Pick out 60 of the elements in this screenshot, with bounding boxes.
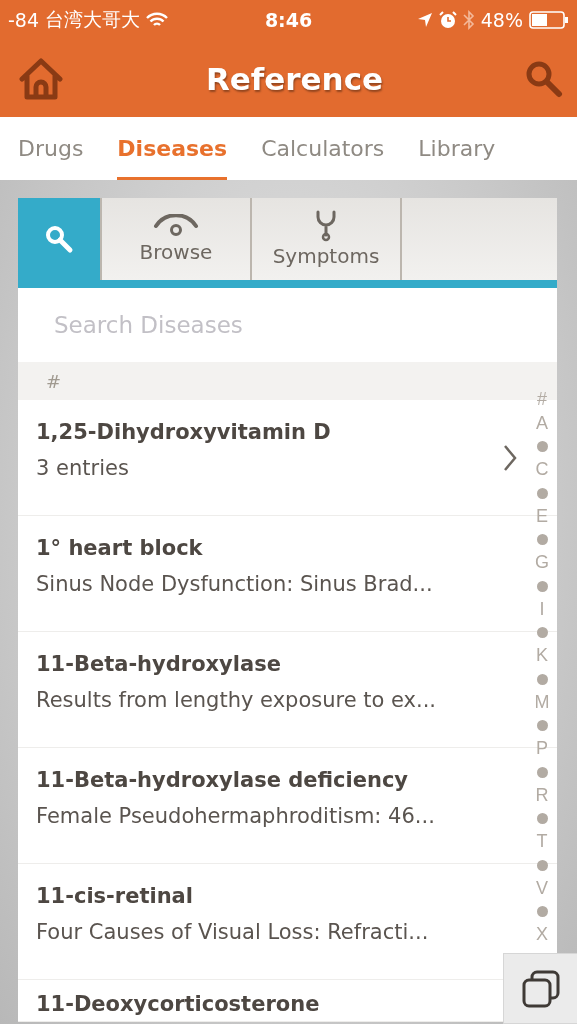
copy-icon <box>520 968 561 1009</box>
search-field[interactable]: Search Diseases <box>54 312 454 338</box>
index-letter[interactable]: G <box>535 551 549 575</box>
disease-name: 11-Deoxycorticosterone <box>36 992 320 1016</box>
index-letter[interactable]: T <box>536 830 548 854</box>
index-dot-icon <box>536 813 548 824</box>
index-letter[interactable]: C <box>535 458 549 482</box>
index-dot-icon <box>536 720 548 731</box>
signal-strength: -84 <box>8 9 40 31</box>
wifi-icon <box>146 12 169 28</box>
battery-icon <box>529 11 569 29</box>
screen-title: Reference <box>205 60 384 97</box>
section-header: # <box>46 370 62 392</box>
category-tab[interactable]: Library <box>418 117 496 180</box>
disease-summary: 3 entries <box>36 456 129 480</box>
category-tab[interactable]: Drugs <box>18 117 84 180</box>
disease-summary: Female Pseudohermaphroditism: 46... <box>36 804 435 828</box>
disease-name: 1,25-Dihydroxyvitamin D <box>36 420 331 444</box>
eye-icon <box>153 214 199 238</box>
disease-name: 11-Beta-hydroxylase deficiency <box>36 768 409 792</box>
index-letter[interactable]: I <box>539 597 545 621</box>
segment-tab[interactable]: Browse <box>100 198 250 280</box>
index-letter[interactable]: R <box>535 783 549 807</box>
disease-name: 1° heart block <box>36 536 203 560</box>
clock-time: 8:46 <box>264 9 313 31</box>
windows-button[interactable] <box>503 953 577 1024</box>
battery-percent: 48% <box>480 9 523 31</box>
alarm-clock-icon <box>438 11 457 29</box>
category-tab[interactable]: Calculators <box>261 117 385 180</box>
disease-summary: Sinus Node Dysfunction: Sinus Brad... <box>36 572 433 596</box>
disease-summary: Four Causes of Visual Loss: Refracti... <box>36 920 429 944</box>
home-icon[interactable] <box>18 57 64 100</box>
index-dot-icon <box>536 487 548 499</box>
index-letter[interactable]: K <box>536 644 548 668</box>
stethoscope-icon <box>314 210 338 242</box>
index-dot-icon <box>536 673 548 685</box>
index-dot-icon <box>536 441 548 452</box>
bluetooth-icon <box>462 10 475 30</box>
index-dot-icon <box>536 580 548 592</box>
disease-summary: Results from lengthy exposure to ex... <box>36 688 437 712</box>
category-tab[interactable]: Diseases <box>117 117 228 180</box>
search-bar[interactable]: Search Diseases <box>18 288 557 362</box>
search-icon[interactable] <box>525 59 563 98</box>
disease-row[interactable]: 11-Deoxycorticosterone <box>18 980 503 1022</box>
index-letter[interactable]: V <box>536 876 548 900</box>
index-letter[interactable]: A <box>536 411 548 435</box>
search-icon <box>44 224 74 254</box>
disease-name: 11-Beta-hydroxylase <box>36 652 281 676</box>
index-letter[interactable]: X <box>536 923 548 947</box>
location-arrow-icon <box>416 12 433 28</box>
segment-tab[interactable] <box>18 198 100 280</box>
segment-tab[interactable]: Symptoms <box>250 198 400 280</box>
index-dot-icon <box>536 534 548 545</box>
index-dot-icon <box>536 627 548 638</box>
carrier-name: 台湾大哥大 <box>45 7 141 32</box>
index-dot-icon <box>536 766 548 778</box>
index-dot-icon <box>536 906 548 917</box>
index-letter[interactable]: M <box>534 690 550 714</box>
index-dot-icon <box>536 859 548 871</box>
disease-name: 11-cis-retinal <box>36 884 193 908</box>
